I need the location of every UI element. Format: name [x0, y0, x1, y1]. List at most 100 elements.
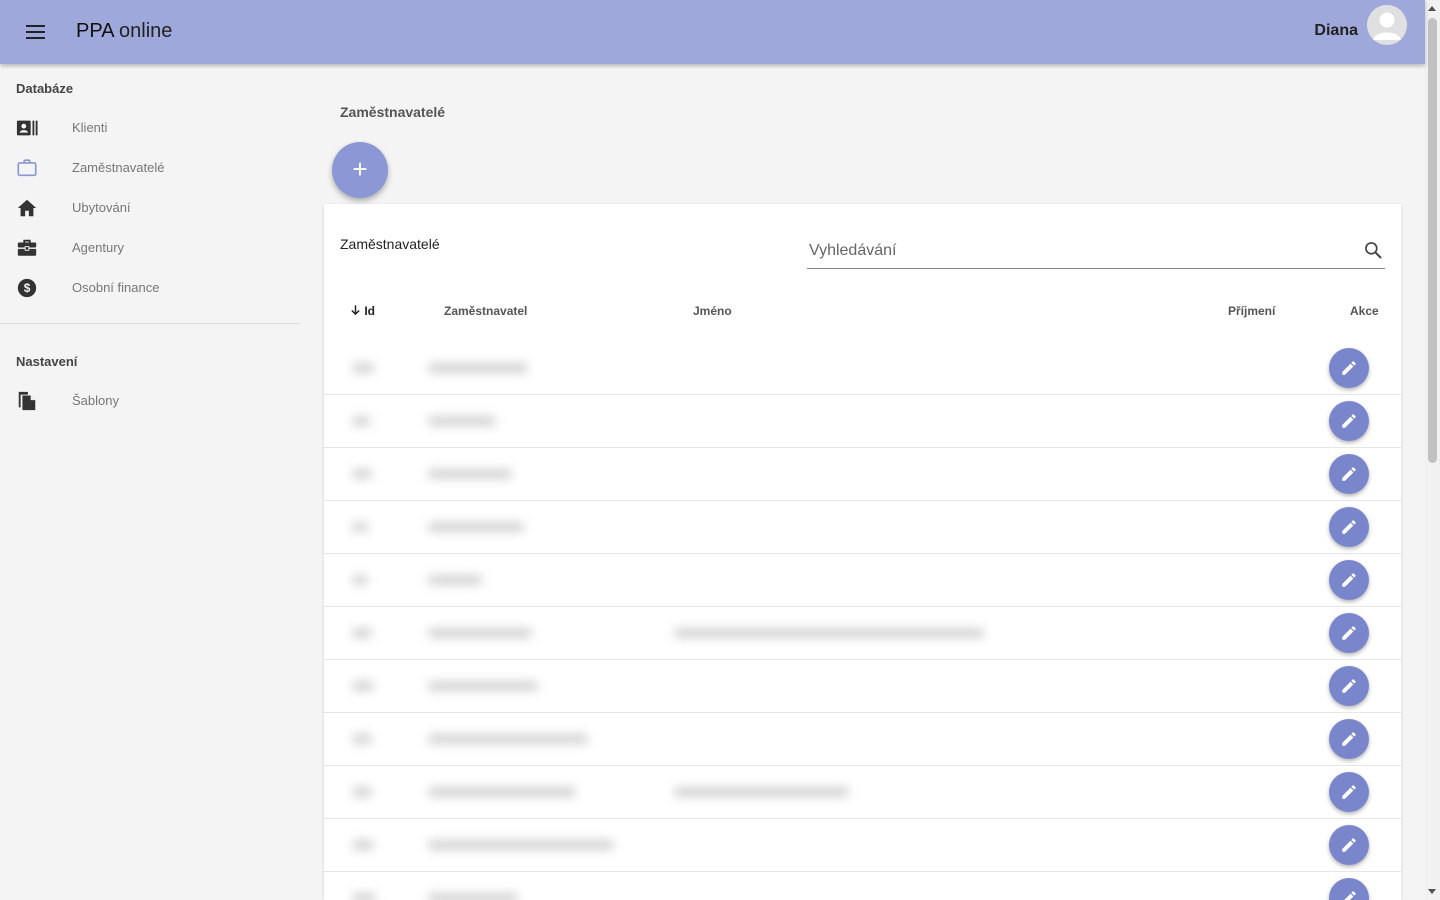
pencil-icon [1342, 838, 1356, 852]
page-title: Zaměstnavatelé [340, 104, 446, 120]
sidebar-item-label: Klienti [72, 120, 108, 135]
search-field [807, 234, 1385, 269]
menu-icon[interactable] [22, 18, 50, 46]
table-title: Zaměstnavatelé [340, 236, 440, 252]
sidebar-item-sablony[interactable]: Šablony [0, 381, 300, 421]
redacted-cell [428, 416, 496, 426]
dollar-circle-icon: $ [17, 278, 37, 298]
column-header-actions: Akce [1350, 304, 1379, 318]
scroll-up-arrow-icon[interactable] [1428, 6, 1436, 11]
redacted-cell [352, 469, 372, 479]
app-bar: PPA online Diana [0, 0, 1425, 64]
redacted-cell [428, 840, 614, 850]
table-row[interactable] [324, 659, 1401, 713]
redacted-cell [352, 416, 370, 426]
brand-name: PPA [76, 20, 114, 42]
brand-suffix: online [119, 20, 173, 42]
redacted-cell [352, 787, 372, 797]
briefcase-outline-icon [17, 159, 37, 177]
edit-button[interactable] [1329, 772, 1369, 812]
avatar[interactable] [1367, 5, 1407, 45]
contacts-card-icon [16, 120, 38, 136]
table-row[interactable] [324, 712, 1401, 766]
sidebar-item-agentury[interactable]: Agentury [0, 228, 300, 268]
redacted-cell [352, 363, 374, 373]
search-icon[interactable] [1363, 240, 1383, 260]
pencil-icon [1342, 414, 1356, 428]
column-label-id: Id [364, 304, 376, 318]
edit-button[interactable] [1329, 560, 1369, 600]
edit-button[interactable] [1329, 613, 1369, 653]
edit-button[interactable] [1329, 666, 1369, 706]
column-header-employer[interactable]: Zaměstnavatel [444, 304, 527, 318]
search-input[interactable] [807, 238, 1351, 264]
svg-text:$: $ [24, 281, 31, 295]
table-row[interactable] [324, 394, 1401, 448]
table-row[interactable] [324, 818, 1401, 872]
table-row[interactable] [324, 871, 1401, 900]
redacted-cell [428, 787, 576, 797]
edit-button[interactable] [1329, 878, 1369, 900]
add-employer-button[interactable]: + [332, 142, 388, 198]
table-row[interactable] [324, 500, 1401, 554]
edit-button[interactable] [1329, 719, 1369, 759]
pencil-icon [1342, 573, 1356, 587]
sidebar-section-settings: Nastavení [16, 354, 78, 369]
redacted-cell [428, 893, 518, 900]
redacted-cell [674, 787, 849, 797]
pencil-icon [1342, 626, 1356, 640]
user-avatar-icon [1367, 5, 1407, 45]
scroll-thumb[interactable] [1428, 18, 1437, 463]
sidebar-item-osobni-finance[interactable]: $ Osobní finance [0, 268, 300, 308]
redacted-cell [428, 469, 512, 479]
redacted-cell [428, 522, 524, 532]
page-scrollbar[interactable] [1425, 0, 1440, 900]
sidebar-item-label: Agentury [72, 240, 125, 255]
redacted-cell [352, 575, 368, 585]
redacted-cell [352, 522, 368, 532]
scroll-down-arrow-icon[interactable] [1428, 889, 1436, 894]
redacted-cell [352, 628, 372, 638]
toolbox-icon [17, 239, 37, 256]
pencil-icon [1342, 361, 1356, 375]
sidebar-item-label: Zaměstnavatelé [72, 160, 165, 175]
pencil-icon [1344, 891, 1356, 900]
redacted-cell [352, 681, 374, 691]
app-brand: PPA online [76, 20, 172, 43]
column-header-first-name[interactable]: Jméno [693, 304, 732, 318]
redacted-cell [428, 575, 482, 585]
table-row[interactable] [324, 765, 1401, 819]
column-header-id[interactable]: Id [350, 304, 375, 318]
table-row[interactable] [324, 553, 1401, 607]
user-name[interactable]: Diana [1314, 22, 1358, 40]
sidebar-item-label: Osobní finance [72, 280, 160, 295]
edit-button[interactable] [1329, 401, 1369, 441]
sidebar: Databáze Klienti Zaměstnavatelé Ubytován… [0, 64, 300, 900]
redacted-cell [352, 840, 374, 850]
redacted-cell [674, 628, 984, 638]
pencil-icon [1342, 785, 1356, 799]
sidebar-item-ubytovani[interactable]: Ubytování [0, 188, 300, 228]
table-row[interactable] [324, 447, 1401, 501]
edit-button[interactable] [1329, 454, 1369, 494]
pencil-icon [1342, 467, 1356, 481]
table-row[interactable] [324, 606, 1401, 660]
employers-table-card: Zaměstnavatelé Id Zaměstnavatel Jméno Př… [324, 204, 1401, 900]
redacted-cell [352, 893, 376, 900]
edit-button[interactable] [1329, 825, 1369, 865]
sidebar-divider [0, 323, 300, 324]
redacted-cell [352, 734, 372, 744]
table-row[interactable] [324, 341, 1401, 395]
redacted-cell [428, 363, 528, 373]
sidebar-item-zamestnavatele[interactable]: Zaměstnavatelé [0, 148, 300, 188]
redacted-cell [428, 681, 538, 691]
pencil-icon [1342, 732, 1356, 746]
edit-button[interactable] [1329, 507, 1369, 547]
sidebar-section-database: Databáze [16, 81, 74, 96]
sidebar-item-label: Šablony [72, 393, 119, 408]
edit-button[interactable] [1329, 348, 1369, 388]
sidebar-item-klienti[interactable]: Klienti [0, 108, 300, 148]
column-header-last-name[interactable]: Příjmení [1228, 304, 1275, 318]
sidebar-item-label: Ubytování [72, 200, 131, 215]
home-icon [17, 199, 37, 217]
